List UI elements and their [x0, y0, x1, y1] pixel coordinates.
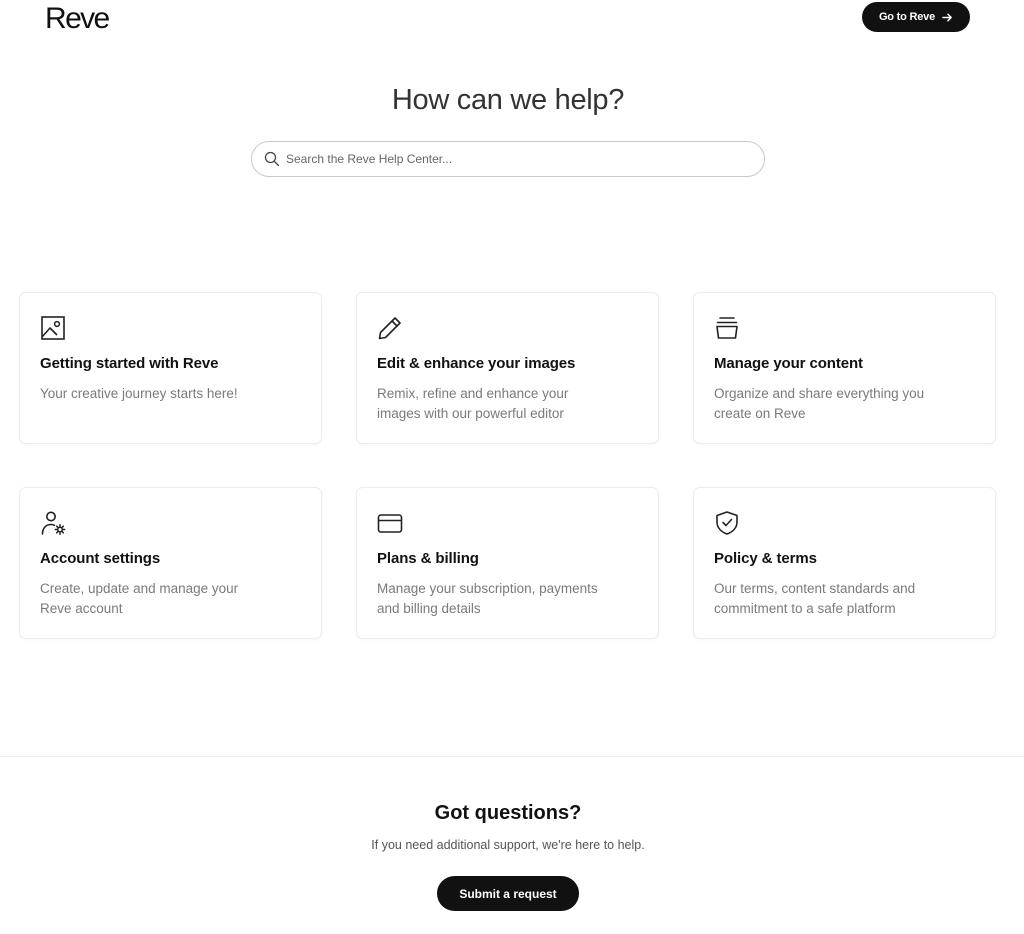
credit-card-icon [377, 514, 403, 533]
card-manage-content[interactable]: Manage your content Organize and share e… [693, 292, 996, 444]
card-description: Manage your subscription, payments and b… [377, 581, 598, 616]
card-title: Manage your content [714, 355, 863, 372]
card-title: Getting started with Reve [40, 355, 219, 372]
user-gear-icon [41, 511, 66, 535]
help-center-page: Reve Go to Reve How can we help? Getting… [0, 0, 1024, 934]
card-title: Account settings [40, 550, 161, 567]
card-description: Your creative journey starts here! [40, 386, 238, 401]
arrow-right-icon [942, 13, 952, 21]
search-input[interactable] [286, 152, 726, 166]
card-description: Create, update and manage your Reve acco… [40, 581, 239, 616]
card-description: Remix, refine and enhance your images wi… [377, 386, 569, 421]
card-getting-started[interactable]: Getting started with Reve Your creative … [19, 292, 322, 444]
page-title: How can we help? [391, 84, 625, 116]
go-to-reve-button[interactable]: Go to Reve [862, 2, 970, 32]
go-to-reve-label: Go to Reve [878, 11, 936, 23]
card-title: Policy & terms [714, 550, 817, 567]
card-account-settings[interactable]: Account settings Create, update and mana… [19, 487, 322, 639]
card-title: Plans & billing [377, 550, 479, 567]
stack-icon [716, 317, 738, 339]
pencil-icon [378, 317, 401, 340]
submit-request-button[interactable]: Submit a request [437, 876, 579, 911]
reve-logo[interactable]: Reve [45, 2, 110, 36]
card-plans-billing[interactable]: Plans & billing Manage your subscription… [356, 487, 659, 639]
card-title: Edit & enhance your images [377, 355, 576, 372]
card-description: Our terms, content standards and commitm… [714, 581, 916, 616]
card-description: Organize and share everything you create… [714, 386, 925, 421]
footer-subtitle: If you need additional support, we're he… [371, 838, 645, 852]
search-bar[interactable] [251, 141, 765, 177]
search-icon [264, 151, 280, 167]
shield-check-icon [716, 511, 738, 535]
footer-title: Got questions? [434, 802, 582, 824]
footer-divider [0, 756, 1024, 757]
card-policy-terms[interactable]: Policy & terms Our terms, content standa… [693, 487, 996, 639]
card-edit-enhance[interactable]: Edit & enhance your images Remix, refine… [356, 292, 659, 444]
image-icon [41, 316, 65, 340]
